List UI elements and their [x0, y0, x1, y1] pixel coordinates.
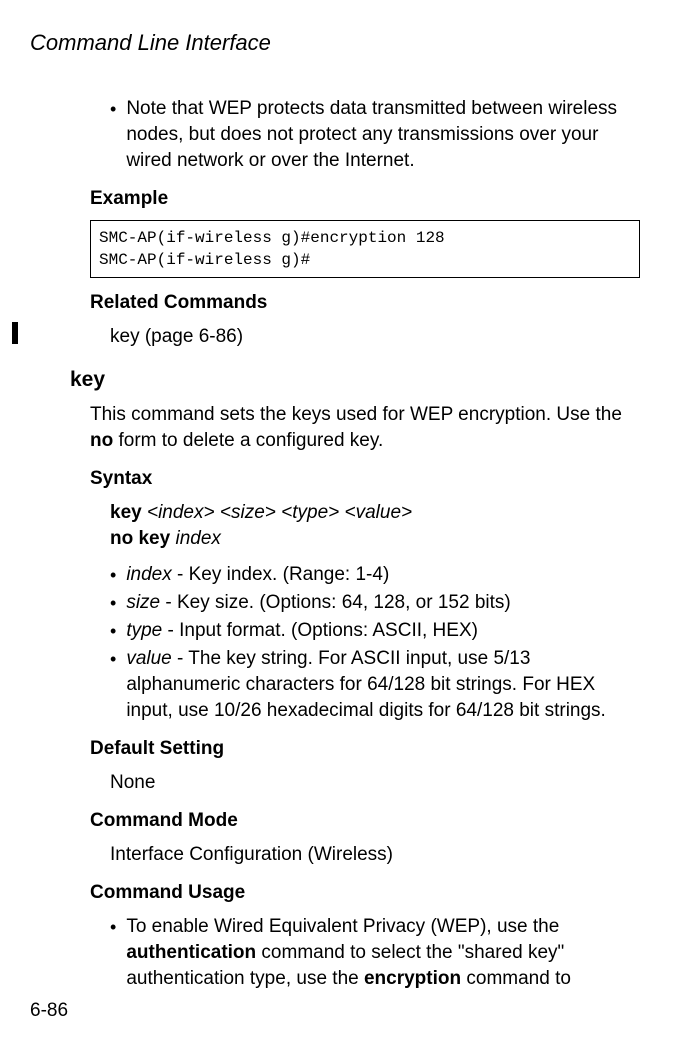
param-value: • value - The key string. For ASCII inpu… [110, 646, 640, 724]
bullet-icon: • [110, 646, 116, 724]
bullet-icon: • [110, 590, 116, 616]
param-value-name: value [126, 648, 171, 669]
param-value-text: value - The key string. For ASCII input,… [126, 646, 640, 724]
default-setting-text: None [110, 770, 640, 796]
usage-bullet: • To enable Wired Equivalent Privacy (WE… [110, 914, 640, 992]
related-commands-text: key (page 6-86) [110, 324, 640, 350]
bullet-icon: • [110, 914, 116, 992]
command-mode-heading: Command Mode [90, 810, 640, 832]
syntax-block: key <index> <size> <type> <value> no key… [110, 500, 640, 724]
param-type-desc: - Input format. (Options: ASCII, HEX) [162, 620, 478, 641]
wep-note-text: Note that WEP protects data transmitted … [126, 96, 640, 174]
param-index: • index - Key index. (Range: 1-4) [110, 562, 640, 588]
command-usage-heading: Command Usage [90, 882, 640, 904]
example-code-block: SMC-AP(if-wireless g)#encryption 128 SMC… [90, 220, 640, 278]
page-header-title: Command Line Interface [30, 30, 640, 56]
usage-bullet-text: To enable Wired Equivalent Privacy (WEP)… [126, 914, 640, 992]
bullet-icon: • [110, 96, 116, 174]
wep-note-bullet: • Note that WEP protects data transmitte… [110, 96, 640, 174]
page-number: 6-86 [30, 1000, 68, 1022]
parameter-list: • index - Key index. (Range: 1-4) • size… [110, 562, 640, 724]
usage-part3: command to [461, 968, 571, 989]
syntax-heading: Syntax [90, 468, 640, 490]
syntax-nokey-arg: index [170, 528, 221, 549]
key-desc-part1: This command sets the keys used for WEP … [90, 404, 622, 425]
param-size-name: size [126, 592, 160, 613]
usage-bold2: encryption [364, 968, 461, 989]
bullet-icon: • [110, 618, 116, 644]
param-type-name: type [126, 620, 162, 641]
syntax-key-args: <index> <size> <type> <value> [142, 502, 412, 523]
example-heading: Example [90, 188, 640, 210]
usage-bold1: authentication [126, 942, 256, 963]
param-index-desc: - Key index. (Range: 1-4) [172, 564, 390, 585]
param-value-desc: - The key string. For ASCII input, use 5… [126, 648, 606, 721]
param-size: • size - Key size. (Options: 64, 128, or… [110, 590, 640, 616]
change-bar-icon [12, 322, 18, 344]
key-desc-part2: form to delete a configured key. [113, 430, 383, 451]
key-desc-bold: no [90, 430, 113, 451]
syntax-line-2: no key index [110, 526, 640, 552]
command-mode-text: Interface Configuration (Wireless) [110, 842, 640, 868]
param-size-desc: - Key size. (Options: 64, 128, or 152 bi… [160, 592, 511, 613]
related-commands-heading: Related Commands [90, 292, 640, 314]
param-index-name: index [126, 564, 171, 585]
param-size-text: size - Key size. (Options: 64, 128, or 1… [126, 590, 510, 616]
key-command-name: key [70, 368, 640, 392]
key-command-description: This command sets the keys used for WEP … [90, 402, 640, 454]
param-index-text: index - Key index. (Range: 1-4) [126, 562, 389, 588]
param-type-text: type - Input format. (Options: ASCII, HE… [126, 618, 478, 644]
syntax-line-1: key <index> <size> <type> <value> [110, 500, 640, 526]
syntax-nokey-bold: no key [110, 528, 170, 549]
param-type: • type - Input format. (Options: ASCII, … [110, 618, 640, 644]
default-setting-heading: Default Setting [90, 738, 640, 760]
syntax-key-bold: key [110, 502, 142, 523]
usage-part1: To enable Wired Equivalent Privacy (WEP)… [126, 916, 559, 937]
main-content: • Note that WEP protects data transmitte… [110, 96, 640, 992]
bullet-icon: • [110, 562, 116, 588]
